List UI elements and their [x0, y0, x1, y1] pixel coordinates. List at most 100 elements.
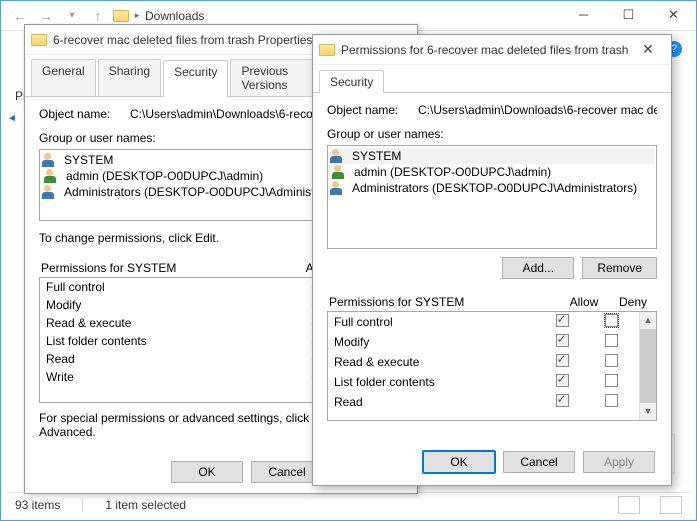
history-dropdown-icon[interactable]: ▾: [61, 10, 83, 21]
permission-name: Write: [46, 370, 288, 384]
user-row[interactable]: Administrators (DESKTOP-O0DUPCJ\Administ…: [330, 180, 654, 196]
permission-name: Read & execute: [334, 355, 535, 369]
deny-checkbox[interactable]: [605, 394, 618, 407]
window-controls: ─ ☐ ✕: [561, 1, 696, 29]
deny-cell: [589, 394, 633, 410]
remove-button[interactable]: Remove: [582, 257, 657, 279]
folder-icon: [113, 10, 129, 22]
edit-hint: To change permissions, click Edit.: [39, 231, 219, 245]
scrollbar[interactable]: ▲ ▼: [639, 312, 656, 420]
up-icon[interactable]: ↑: [87, 8, 109, 24]
deny-header: Deny: [611, 295, 655, 309]
allow-cell: [535, 354, 589, 370]
allow-checkbox[interactable]: [556, 354, 569, 367]
user-label: admin (DESKTOP-O0DUPCJ\admin): [66, 169, 263, 183]
permission-name: Read: [46, 352, 288, 366]
user-label: SYSTEM: [64, 153, 113, 167]
users-icon: [330, 181, 346, 195]
permission-name: Read & execute: [46, 316, 288, 330]
allow-cell: [535, 374, 589, 390]
allow-checkbox[interactable]: [556, 334, 569, 347]
user-row[interactable]: SYSTEM: [330, 148, 654, 164]
nav-buttons: ← → ▾ ↑: [9, 8, 109, 24]
deny-checkbox[interactable]: [605, 354, 618, 367]
deny-cell: [589, 354, 633, 370]
permissions-list: Full control Modify Read & execute List fol…: [327, 311, 657, 421]
permission-name: Full control: [46, 280, 288, 294]
allow-header: Allow: [557, 295, 611, 309]
deny-checkbox[interactable]: [605, 334, 618, 347]
deny-cell: [589, 374, 633, 390]
nav-rail: ◄: [7, 73, 21, 480]
permission-name: List folder contents: [46, 334, 288, 348]
tab-security[interactable]: Security: [163, 60, 228, 97]
allow-checkbox[interactable]: [556, 314, 569, 327]
allow-cell: [535, 334, 589, 350]
ok-button[interactable]: OK: [423, 451, 495, 473]
permission-row: List folder contents: [328, 372, 639, 392]
scroll-down-icon[interactable]: ▼: [640, 403, 656, 420]
tab-security[interactable]: Security: [319, 70, 384, 93]
permissions-title: Permissions for 6-recover mac deleted fi…: [341, 43, 631, 57]
user-label: Administrators (DESKTOP-O0DUPCJ\Administ…: [352, 181, 637, 195]
group-users-list[interactable]: SYSTEM admin (DESKTOP-O0DUPCJ\admin) Admin…: [327, 145, 657, 249]
permission-name: Read: [334, 395, 535, 409]
permissions-titlebar: Permissions for 6-recover mac deleted fi…: [313, 35, 671, 65]
thumbnails-view-button[interactable]: [660, 496, 682, 514]
folder-icon: [31, 34, 47, 46]
close-button[interactable]: ✕: [631, 41, 665, 58]
folder-icon: [319, 44, 335, 56]
scroll-up-icon[interactable]: ▲: [640, 312, 656, 329]
details-view-button[interactable]: [618, 496, 640, 514]
permission-name: Full control: [334, 315, 535, 329]
scroll-thumb[interactable]: [640, 329, 656, 403]
users-icon: [42, 185, 58, 199]
permission-row: Read & execute: [328, 352, 639, 372]
object-name-label: Object name:: [39, 107, 114, 121]
deny-checkbox[interactable]: [605, 314, 618, 327]
tab-sharing[interactable]: Sharing: [98, 59, 161, 96]
tab-general[interactable]: General: [31, 59, 96, 96]
users-icon: [330, 149, 346, 163]
permissions-dialog: Permissions for 6-recover mac deleted fi…: [312, 34, 672, 486]
deny-cell: [589, 334, 633, 350]
permissions-tabs: Security: [313, 65, 671, 93]
permissions-header: Permissions for SYSTEM: [329, 295, 557, 309]
user-icon: [332, 165, 348, 179]
permission-row: Full control: [328, 312, 639, 332]
back-icon[interactable]: ←: [9, 8, 31, 24]
allow-checkbox[interactable]: [556, 374, 569, 387]
pin-icon: ◄: [7, 113, 21, 124]
permission-name: Modify: [334, 335, 535, 349]
user-icon: [44, 169, 60, 183]
cancel-button[interactable]: Cancel: [503, 451, 575, 473]
allow-cell: [535, 314, 589, 330]
maximize-button[interactable]: ☐: [606, 1, 651, 29]
status-bar: 93 items 1 item selected: [7, 492, 690, 516]
user-row[interactable]: admin (DESKTOP-O0DUPCJ\admin): [330, 164, 654, 180]
user-label: SYSTEM: [352, 149, 401, 163]
object-name-value: C:\Users\admin\Downloads\6-recover: [130, 107, 329, 121]
advanced-hint: For special permissions or advanced sett…: [39, 411, 310, 439]
ok-button[interactable]: OK: [171, 461, 243, 483]
group-users-label: Group or user names:: [327, 127, 657, 141]
object-name-label: Object name:: [327, 103, 402, 117]
forward-icon[interactable]: →: [35, 8, 57, 24]
user-label: admin (DESKTOP-O0DUPCJ\admin): [354, 165, 551, 179]
deny-cell: [589, 314, 633, 330]
allow-cell: [535, 394, 589, 410]
object-name-value: C:\Users\admin\Downloads\6-recover mac d…: [418, 103, 657, 117]
users-icon: [42, 153, 58, 167]
apply-button[interactable]: Apply: [583, 451, 655, 473]
deny-checkbox[interactable]: [605, 374, 618, 387]
allow-checkbox[interactable]: [556, 394, 569, 407]
permission-row: Read: [328, 392, 639, 412]
close-button[interactable]: ✕: [651, 1, 696, 29]
minimize-button[interactable]: ─: [561, 1, 606, 29]
add-button[interactable]: Add...: [502, 257, 574, 279]
crumb-chevron-icon[interactable]: ▸: [133, 10, 141, 21]
status-selected-count: 1 item selected: [105, 498, 186, 512]
address-text[interactable]: Downloads: [145, 9, 204, 23]
permission-row: Modify: [328, 332, 639, 352]
permission-name: Modify: [46, 298, 288, 312]
